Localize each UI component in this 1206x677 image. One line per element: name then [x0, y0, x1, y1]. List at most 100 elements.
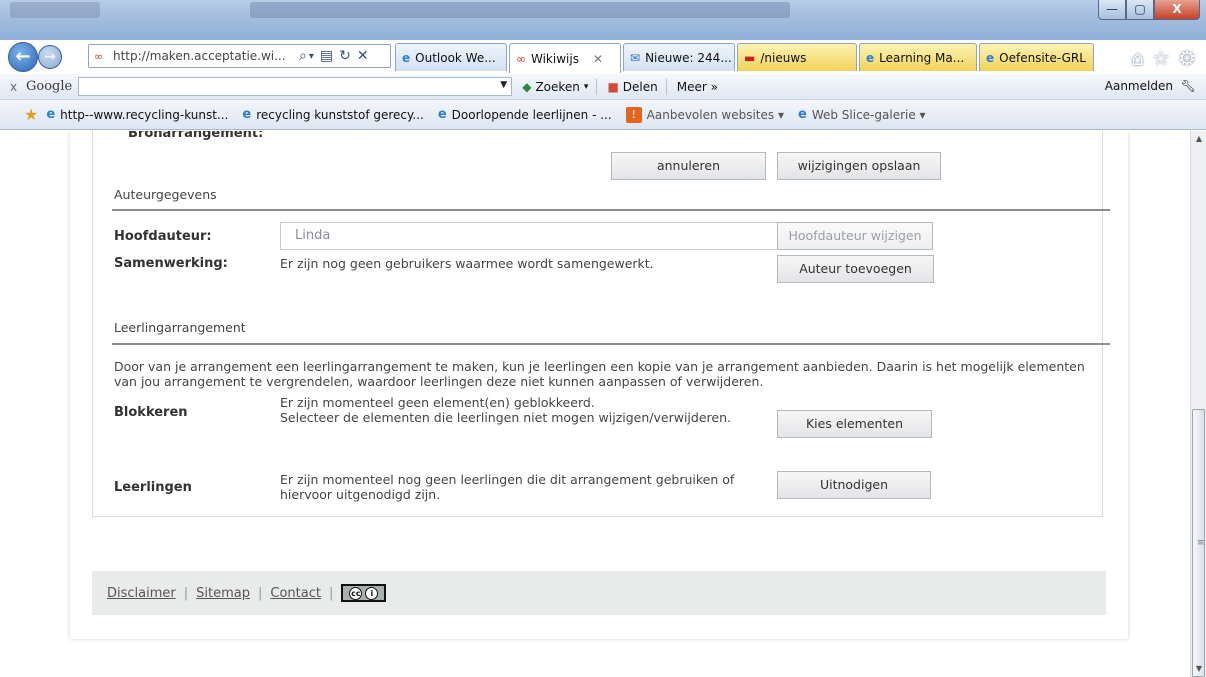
save-changes-button[interactable]: wijzigingen opslaan — [777, 152, 941, 180]
share-label: Delen — [622, 79, 658, 94]
change-main-author-button[interactable]: Hoofdauteur wijzigen — [777, 222, 933, 250]
titlebar-blur — [10, 2, 100, 18]
footer-separator: | — [257, 585, 263, 601]
google-signin-button[interactable]: Aanmelden 🔧︎ — [1105, 79, 1196, 93]
favorite-aanbevolen-websites[interactable]: ! Aanbevolen websites ▾ — [625, 106, 784, 123]
add-author-button[interactable]: Auteur toevoegen — [777, 255, 934, 283]
settings-gear-icon[interactable]: ⚙ — [1178, 46, 1196, 70]
dropdown-icon[interactable]: ▾ — [309, 51, 314, 62]
browser-tools: ⌂ ☆ ⚙ — [1131, 46, 1196, 70]
chevron-down-icon[interactable]: ▼ — [500, 80, 507, 90]
wikiwijs-icon: ∞ — [516, 51, 526, 66]
author-section-divider — [112, 209, 1110, 211]
close-window-button[interactable]: X — [1154, 0, 1200, 20]
tab-wikiwijs[interactable]: ∞ Wikiwijs ✕ — [509, 43, 621, 73]
students-status-text: Er zijn momenteel nog geen leerlingen di… — [280, 472, 735, 502]
mail-icon: ✉ — [630, 50, 641, 65]
vertical-scrollbar[interactable]: ▲ ≡ ▼ — [1190, 131, 1206, 677]
creative-commons-license-badge[interactable]: cc i — [341, 584, 387, 602]
maximize-button[interactable]: ▢ — [1126, 0, 1154, 20]
google-logo: Google — [26, 79, 73, 94]
tab-nieuws[interactable]: ▬ /nieuws — [737, 43, 857, 71]
ie-icon: e — [437, 107, 447, 122]
google-share-button[interactable]: ■ Delen — [607, 80, 657, 94]
scrollbar-thumb[interactable]: ≡ — [1192, 409, 1205, 677]
google-toolbar: x Google ▼ ◆ Zoeken ▾ ■ Delen Meer » Aan… — [0, 74, 1206, 100]
wikiwijs-favicon-icon: ∞ — [94, 49, 104, 63]
collaboration-label: Samenwerking: — [114, 256, 228, 271]
author-section-heading: Auteurgegevens — [114, 187, 217, 202]
scroll-up-arrow-icon[interactable]: ▲ — [1191, 131, 1206, 147]
main-author-field[interactable]: Linda — [280, 222, 786, 250]
window-titlebar: — ▢ X — [0, 0, 1206, 40]
signin-label: Aanmelden — [1104, 79, 1173, 93]
tab-label: Oefensite-GRL — [999, 50, 1086, 65]
window-controls: — ▢ X — [1098, 0, 1200, 20]
block-instruction-text: Selecteer de elementen die leerlingen ni… — [280, 410, 731, 425]
google-search-button[interactable]: ◆ Zoeken ▾ — [522, 80, 588, 94]
google-search-input[interactable]: ▼ — [78, 77, 513, 96]
favorite-label: Aanbevolen websites ▾ — [646, 107, 784, 122]
collaboration-text: Er zijn nog geen gebruikers waarmee word… — [280, 256, 654, 271]
student-section-divider — [112, 343, 1110, 345]
minimize-button[interactable]: — — [1098, 0, 1126, 20]
favorites-add-icon[interactable]: ★ — [24, 105, 38, 124]
ie-icon: e — [866, 50, 875, 65]
favorite-label: Doorlopende leerlijnen - ... — [451, 107, 612, 122]
wrench-icon[interactable]: 🔧︎ — [1181, 79, 1196, 93]
suggested-sites-icon: ! — [625, 106, 642, 123]
contact-link[interactable]: Contact — [270, 586, 321, 601]
tab-label: /nieuws — [760, 50, 807, 65]
home-icon[interactable]: ⌂ — [1131, 46, 1144, 70]
footer-separator: | — [328, 585, 334, 601]
disclaimer-link[interactable]: Disclaimer — [107, 586, 176, 601]
main-author-label: Hoofdauteur: — [114, 229, 212, 244]
scrollbar-grip-icon: ≡ — [1197, 538, 1205, 548]
page-viewport: Bronarrangement: annuleren wijzigingen o… — [0, 131, 1190, 677]
compatibility-view-icon[interactable]: ▤ — [320, 48, 333, 64]
address-url[interactable]: http://maken.acceptatie.wi... — [113, 49, 293, 63]
choose-elements-button[interactable]: Kies elementen — [777, 410, 932, 438]
invite-button[interactable]: Uitnodigen — [777, 471, 931, 499]
cancel-button[interactable]: annuleren — [611, 152, 766, 180]
tab-label: Nieuwe: 244... — [645, 50, 732, 65]
block-status-text: Er zijn momenteel geen element(en) geblo… — [280, 395, 595, 410]
forward-button[interactable]: → — [38, 45, 62, 69]
tab-label: Learning Ma... — [879, 50, 965, 65]
favorite-recycling-kunststof[interactable]: e recycling kunststof gerecy... — [242, 107, 423, 122]
google-more-button[interactable]: Meer » — [677, 80, 718, 94]
tab-label: Wikiwijs — [531, 51, 579, 66]
close-toolbar-icon[interactable]: x — [10, 80, 26, 94]
ie-icon: e — [797, 107, 807, 122]
tab-oefensite[interactable]: e Oefensite-GRL — [979, 43, 1094, 71]
google-search-icon: ◆ — [522, 79, 532, 94]
ie-icon: e — [46, 107, 56, 122]
divider — [596, 78, 598, 95]
ie-icon: e — [986, 50, 995, 65]
favorite-label: Web Slice-galerie ▾ — [811, 107, 926, 122]
tab-mail[interactable]: ✉ Nieuwe: 244... — [623, 43, 735, 71]
form-panel: Bronarrangement: annuleren wijzigingen o… — [92, 131, 1110, 517]
stop-icon[interactable]: ✕ — [357, 48, 369, 64]
favorite-doorlopende-leerlijnen[interactable]: e Doorlopende leerlijnen - ... — [438, 107, 612, 122]
favorites-bar: ★ e http--www.recycling-kunst... e recyc… — [0, 100, 1206, 130]
favorites-star-icon[interactable]: ☆ — [1152, 46, 1170, 70]
ie-icon: e — [242, 107, 252, 122]
refresh-icon[interactable]: ↻ — [339, 48, 351, 64]
favorite-recycling-kunst[interactable]: e http--www.recycling-kunst... — [46, 107, 228, 122]
page-container: Bronarrangement: annuleren wijzigingen o… — [70, 131, 1128, 639]
divider — [665, 78, 667, 95]
share-icon: ■ — [607, 79, 619, 94]
attribution-icon: i — [365, 586, 379, 600]
close-tab-icon[interactable]: ✕ — [593, 52, 603, 66]
address-bar[interactable]: ∞ http://maken.acceptatie.wi... ⌕ ▾ ▤ ↻ … — [88, 44, 391, 68]
favorite-web-slice-galerie[interactable]: e Web Slice-galerie ▾ — [798, 107, 926, 122]
tab-outlook[interactable]: e Outlook We... — [395, 43, 507, 71]
student-section-heading: Leerlingarrangement — [114, 320, 246, 335]
tab-learning[interactable]: e Learning Ma... — [859, 43, 977, 71]
scroll-down-arrow-icon[interactable]: ▼ — [1191, 661, 1206, 677]
back-button[interactable]: ← — [8, 42, 38, 72]
page-footer: Disclaimer | Sitemap | Contact | cc i — [92, 571, 1106, 615]
search-icon[interactable]: ⌕ — [299, 48, 307, 64]
sitemap-link[interactable]: Sitemap — [196, 586, 250, 601]
